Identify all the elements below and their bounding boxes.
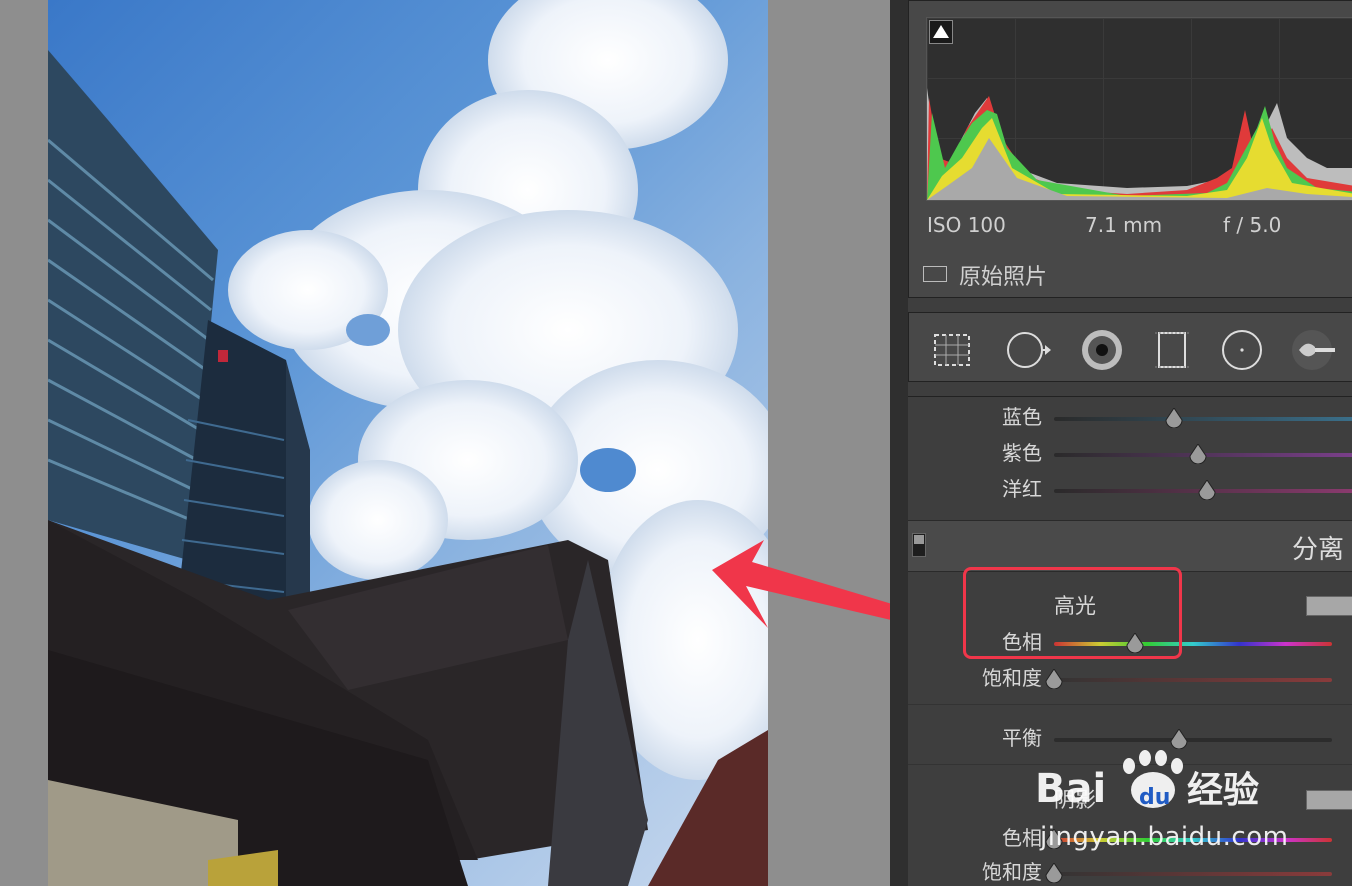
radial-filter-icon[interactable]: [1219, 327, 1265, 373]
shadows-color-swatch[interactable]: [1306, 790, 1352, 810]
photo-canvas: [0, 0, 912, 886]
hsl-row-magenta: 洋红: [908, 473, 1352, 503]
hsl-panel: 蓝色 紫色 洋红: [908, 396, 1352, 515]
slider-label-blue: 蓝色: [1002, 405, 1042, 429]
histogram-plot: [926, 17, 1352, 201]
exif-iso: ISO 100: [927, 213, 1006, 237]
hsl-row-purple: 紫色: [908, 437, 1352, 467]
blue-slider-thumb[interactable]: [1165, 408, 1183, 428]
shadows-hue-label: 色相: [1002, 826, 1042, 850]
hsl-row-blue: 蓝色: [908, 401, 1352, 431]
svg-text:经验: 经验: [1187, 770, 1259, 811]
graduated-filter-icon[interactable]: [1149, 327, 1195, 373]
original-photo-label: 原始照片: [959, 265, 1048, 290]
split-toning-title: 分离: [1292, 535, 1345, 565]
baidu-jingyan-logo: Bai du 经验: [1035, 750, 1259, 812]
split-toning-panel-switch[interactable]: [912, 533, 926, 557]
split-toning-header[interactable]: 分离: [908, 520, 1352, 572]
shadows-saturation-label: 饱和度: [982, 860, 1042, 884]
highlights-saturation-track[interactable]: [1054, 678, 1332, 682]
highlights-saturation-thumb[interactable]: [1045, 669, 1063, 689]
shadow-clipping-toggle[interactable]: [929, 20, 953, 44]
shadows-saturation-track[interactable]: [1054, 872, 1332, 876]
svg-text:Bai: Bai: [1035, 766, 1106, 812]
highlights-saturation-row: 饱和度: [908, 662, 1352, 692]
exif-focal-length: 7.1 mm: [1085, 213, 1163, 237]
original-photo-checkbox[interactable]: [923, 266, 947, 282]
exif-aperture: f / 5.0: [1223, 213, 1282, 237]
tool-strip: [908, 312, 1352, 382]
adjustment-brush-icon[interactable]: [1289, 327, 1335, 373]
histogram-graph: [927, 88, 1352, 200]
watermark-url: jingyan.baidu.com: [1040, 822, 1289, 852]
photo-preview: [48, 0, 768, 886]
magenta-slider-thumb[interactable]: [1198, 480, 1216, 500]
highlights-saturation-label: 饱和度: [982, 666, 1042, 690]
purple-slider-thumb[interactable]: [1189, 444, 1207, 464]
annotation-arrow-icon: [712, 540, 912, 628]
slider-label-magenta: 洋红: [1002, 477, 1042, 501]
svg-text:du: du: [1139, 785, 1170, 810]
slider-label-purple: 紫色: [1002, 441, 1042, 465]
crop-overlay-icon[interactable]: [929, 327, 975, 373]
spot-removal-icon[interactable]: [1005, 327, 1051, 373]
blue-slider-track[interactable]: [1054, 417, 1352, 421]
red-eye-icon[interactable]: [1079, 327, 1125, 373]
shadows-saturation-thumb[interactable]: [1045, 863, 1063, 883]
shadows-saturation-row: 饱和度: [908, 856, 1352, 886]
annotation-highlight-box: [963, 567, 1182, 659]
histogram-panel: ISO 100 7.1 mm f / 5.0 原始照片: [908, 0, 1352, 298]
photo-scene: [48, 0, 768, 886]
highlights-color-swatch[interactable]: [1306, 596, 1352, 616]
